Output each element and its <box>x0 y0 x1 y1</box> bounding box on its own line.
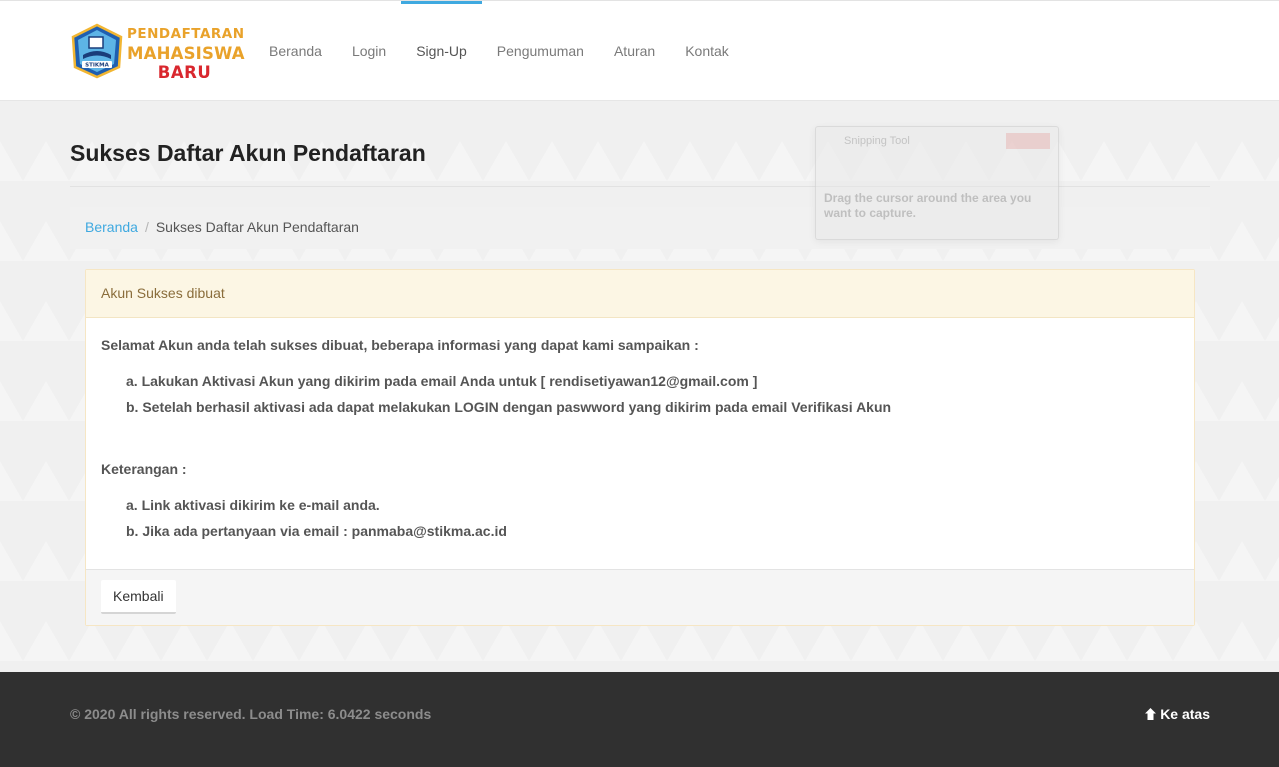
list-item: a. Link aktivasi dikirim ke e-mail anda. <box>126 497 380 513</box>
arrow-up-icon <box>1145 708 1157 720</box>
site-logo[interactable]: STIKMA PENDAFTARAN MAHASISWA BARU <box>69 23 245 82</box>
breadcrumb-home-link[interactable]: Beranda <box>85 219 138 235</box>
keterangan-label: Keterangan : <box>101 461 187 477</box>
copyright-text: © 2020 All rights reserved. Load Time: 6… <box>70 706 432 722</box>
ghost-close-icon <box>1006 133 1050 149</box>
nav-item-pengumuman[interactable]: Pengumuman <box>482 1 599 101</box>
success-panel: Akun Sukses dibuat Selamat Akun anda tel… <box>85 269 1195 626</box>
ghost-title: Snipping Tool <box>844 135 910 147</box>
logo-text: PENDAFTARAN MAHASISWA BARU <box>127 25 245 82</box>
logo-line-1: PENDAFTARAN <box>127 26 245 42</box>
keterangan-list: a. Link aktivasi dikirim ke e-mail anda.… <box>126 496 507 548</box>
snipping-tool-ghost: Snipping Tool Drag the cursor around the… <box>815 126 1059 240</box>
kembali-button[interactable]: Kembali <box>101 580 176 614</box>
back-to-top-link[interactable]: Ke atas <box>1144 706 1210 722</box>
list-item: b. Jika ada pertanyaan via email : panma… <box>126 523 507 539</box>
logo-line-3: BARU <box>157 63 212 82</box>
site-header: STIKMA PENDAFTARAN MAHASISWA BARU Berand… <box>0 0 1279 101</box>
breadcrumb-separator: / <box>144 219 149 235</box>
list-item: a. Lakukan Aktivasi Akun yang dikirim pa… <box>126 373 758 389</box>
back-to-top-label: Ke atas <box>1160 706 1210 722</box>
nav-item-beranda[interactable]: Beranda <box>254 1 337 101</box>
list-item: b. Setelah berhasil aktivasi ada dapat m… <box>126 399 892 415</box>
nav-item-kontak[interactable]: Kontak <box>670 1 744 101</box>
nav-item-login[interactable]: Login <box>337 1 401 101</box>
breadcrumb-current: Sukses Daftar Akun Pendaftaran <box>155 219 359 235</box>
instructions-list: a. Lakukan Aktivasi Akun yang dikirim pa… <box>126 372 891 424</box>
panel-footer: Kembali <box>86 569 1194 625</box>
site-footer: © 2020 All rights reserved. Load Time: 6… <box>0 672 1279 767</box>
nav-item-aturan[interactable]: Aturan <box>599 1 670 101</box>
nav-item-sign-up[interactable]: Sign-Up <box>401 1 482 101</box>
main-content: Sukses Daftar Akun Pendaftaran Beranda / S… <box>0 101 1279 672</box>
stikma-emblem-icon: STIKMA <box>71 23 123 79</box>
logo-line-2: MAHASISWA <box>127 44 245 63</box>
intro-text: Selamat Akun anda telah sukses dibuat, b… <box>101 337 699 353</box>
svg-text:STIKMA: STIKMA <box>85 63 109 69</box>
panel-heading: Akun Sukses dibuat <box>86 270 1194 318</box>
main-nav: Beranda Login Sign-Up Pengumuman Aturan … <box>254 1 744 101</box>
page-title: Sukses Daftar Akun Pendaftaran <box>70 140 426 166</box>
ghost-text: Drag the cursor around the area you want… <box>824 191 1032 220</box>
